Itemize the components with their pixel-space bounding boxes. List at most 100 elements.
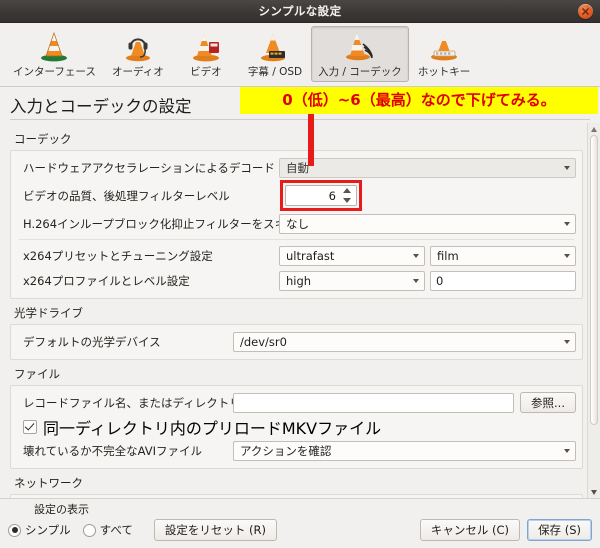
combo-value: 自動 [286,160,309,175]
scroll-down-button[interactable] [588,486,600,498]
chevron-down-icon [564,221,570,226]
x264-tuning-combo[interactable]: film [430,245,576,266]
group-codec: ハードウェアアクセラレーションによるデコード 自動 ビデオの品質、後処理フィルタ… [10,150,583,299]
row-label: x264プリセットとチューニング設定 [23,248,213,263]
row-label: ハードウェアアクセラレーションによるデコード [23,160,275,175]
reset-preferences-button[interactable]: 設定をリセット (R) [153,519,278,541]
toolbar-item-label: 字幕 / OSD [247,66,303,78]
spinner-value: 6 [328,188,336,203]
annotation-arrow [308,114,314,166]
spinner-up-icon[interactable] [343,188,351,193]
scrollbar-thumb[interactable] [590,135,598,425]
save-button[interactable]: 保存 (S) [527,519,592,541]
vlc-cone-video-icon [192,34,219,62]
scroll-up-button[interactable] [588,123,600,135]
section-title-network: ネットワーク [14,476,83,490]
row-default-optical-device: デフォルトの光学デバイス /dev/sr0 [17,329,576,354]
combo-value: アクションを確認 [240,443,332,458]
settings-toolbar: インターフェース オーディオ ビデオ 字幕 / OSD 入力 / コーデック ホ… [0,23,600,87]
vlc-cone-subtitles-icon [260,34,285,62]
header-divider [10,119,590,120]
row-postproc-level: ビデオの品質、後処理フィルターレベル 6 [17,180,576,211]
spinner-buttons [340,187,354,204]
title-bar: シンプルな設定 [0,0,600,23]
row-label: H.264インループブロック化抑止フィルターをスキップ [23,216,310,231]
input-value: 0 [436,273,444,288]
toolbar-item-label: インターフェース [13,66,96,78]
window-title: シンプルな設定 [258,4,342,18]
chevron-down-icon [564,165,570,170]
postproc-highlight-box: 6 [280,180,362,211]
row-label: x264プロファイルとレベル設定 [23,273,190,288]
row-x264-preset-tuning: x264プリセットとチューニング設定 ultrafast film [17,243,576,268]
preload-mkv-label: 同一ディレクトリ内のプリロードMKVファイル [43,418,382,438]
chevron-down-icon [591,489,597,495]
group-file: レコードファイル名、またはディレクトリ 参照... 同一ディレクトリ内のプリロー… [10,385,583,469]
settings-panel-wrap: コーデック ハードウェアアクセラレーションによるデコード 自動 ビデオの品質、後… [0,123,600,498]
x264-preset-combo[interactable]: ultrafast [279,245,425,266]
toolbar-item-label: ホットキー [417,66,471,78]
toolbar-item-video[interactable]: ビデオ [173,26,239,82]
combo-value: なし [286,216,309,231]
toolbar-item-hotkeys[interactable]: ホットキー [411,26,478,82]
section-title-codec: コーデック [14,132,72,146]
h264-skip-loop-filter-combo[interactable]: なし [279,213,576,234]
show-settings-label: 設定の表示 [34,503,89,516]
dialog-footer: 設定の表示 シンプル すべて 設定をリセット (R) キャンセル (C) 保存 … [0,498,600,548]
annotation-callout: 0（低）~6（最高）なので下げてみる。 [240,87,598,114]
row-damaged-avi: 壊れているか不完全なAVIファイル アクションを確認 [17,438,576,463]
row-h264-skip-loop-filter: H.264インループブロック化抑止フィルターをスキップ なし [17,211,576,236]
toolbar-item-label: 入力 / コーデック [318,66,402,78]
toolbar-item-interface[interactable]: インターフェース [6,26,103,82]
section-title-file: ファイル [14,367,60,381]
radio-all[interactable] [82,523,96,537]
radio-simple[interactable] [8,523,21,537]
page-header: 入力とコーデックの設定 0（低）~6（最高）なので下げてみる。 [0,87,600,166]
chevron-down-icon [564,339,570,344]
group-divider [19,239,574,240]
chevron-down-icon [413,253,419,258]
radio-all-label[interactable]: すべて [100,522,133,538]
toolbar-item-label: ビデオ [190,66,222,78]
toolbar-item-audio[interactable]: オーディオ [105,26,171,82]
row-preload-mkv[interactable]: 同一ディレクトリ内のプリロードMKVファイル [17,415,576,438]
browse-button[interactable]: 参照... [520,392,576,413]
spinner-down-icon[interactable] [343,198,351,203]
vlc-cone-input-codecs-icon [345,33,373,61]
x264-level-input[interactable]: 0 [430,270,576,291]
section-title-optical: 光学ドライブ [14,306,83,320]
row-hardware-decode: ハードウェアアクセラレーションによるデコード 自動 [17,155,576,180]
combo-value: /dev/sr0 [240,334,287,349]
vlc-cone-interface-icon [41,31,68,62]
vlc-cone-audio-icon [125,36,150,62]
chevron-up-icon [591,126,597,132]
close-icon[interactable] [578,4,593,19]
postproc-level-spinner[interactable]: 6 [285,185,357,206]
chevron-down-icon [413,278,419,283]
row-record-file: レコードファイル名、またはディレクトリ 参照... [17,390,576,415]
radio-group-view-mode: シンプル すべて [8,522,133,538]
toolbar-item-subtitles-osd[interactable]: 字幕 / OSD [241,26,309,82]
preload-mkv-checkbox[interactable] [23,419,37,434]
settings-window: シンプルな設定 インターフェース オーディオ ビデオ 字幕 / OSD 入力 /… [0,0,600,548]
settings-scrollbar[interactable] [587,123,600,498]
record-file-input[interactable] [233,392,515,413]
row-label: レコードファイル名、またはディレクトリ [23,395,241,410]
damaged-avi-combo[interactable]: アクションを確認 [233,440,576,461]
row-x264-profile-level: x264プロファイルとレベル設定 high 0 [17,268,576,293]
scrollbar-track[interactable] [588,135,600,486]
default-optical-device-combo[interactable]: /dev/sr0 [233,331,576,352]
vlc-cone-hotkeys-icon [431,36,458,61]
settings-panel: コーデック ハードウェアアクセラレーションによるデコード 自動 ビデオの品質、後… [0,123,587,498]
hardware-decode-combo[interactable]: 自動 [279,157,576,178]
toolbar-item-input-codecs[interactable]: 入力 / コーデック [311,26,409,82]
cancel-button[interactable]: キャンセル (C) [419,519,521,541]
row-label: デフォルトの光学デバイス [23,334,161,349]
x264-profile-combo[interactable]: high [279,270,425,291]
radio-simple-label[interactable]: シンプル [25,522,71,538]
toolbar-item-label: オーディオ [111,66,164,78]
combo-value: film [437,248,459,263]
group-optical: デフォルトの光学デバイス /dev/sr0 [10,324,583,360]
footer-controls: シンプル すべて 設定をリセット (R) キャンセル (C) 保存 (S) [8,519,592,541]
row-label: ビデオの品質、後処理フィルターレベル [23,188,230,203]
